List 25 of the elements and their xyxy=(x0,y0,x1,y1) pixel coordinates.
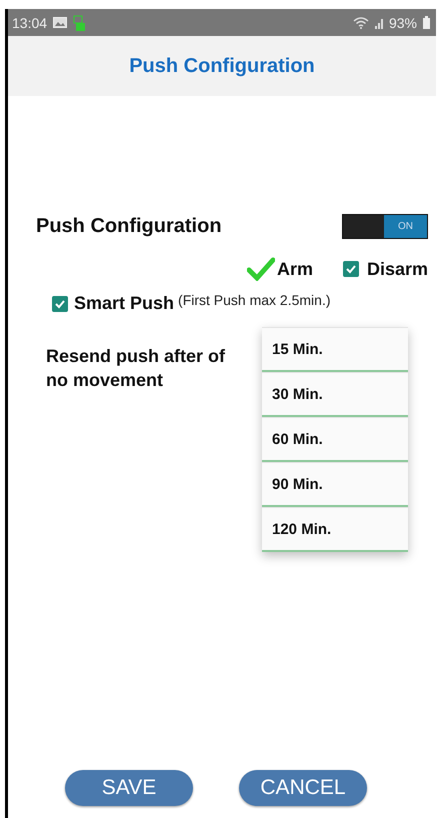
action-button[interactable]: SAVE xyxy=(65,770,193,806)
action-button[interactable]: CANCEL xyxy=(239,770,367,806)
menu-item[interactable]: 120 Min. xyxy=(262,507,408,552)
signal-icon xyxy=(374,16,385,28)
screen-title: Push Configuration xyxy=(129,54,315,78)
option-label: Disarm xyxy=(366,258,428,280)
option-note: (First Push max 2.5min.) xyxy=(178,292,331,308)
checkbox[interactable] xyxy=(52,296,68,312)
battery-level: 93% xyxy=(388,14,417,30)
menu-item[interactable]: 90 Min. xyxy=(262,462,408,507)
option-label: Arm xyxy=(276,258,313,280)
status-time: 13:04 xyxy=(12,14,48,30)
checkmark-icon[interactable] xyxy=(246,257,275,281)
section-label: Push Configuration xyxy=(36,215,222,238)
check-icon xyxy=(54,298,66,308)
battery-icon xyxy=(423,16,430,29)
wifi-icon xyxy=(352,16,369,28)
image-icon xyxy=(53,17,68,28)
menu-item[interactable]: 30 Min. xyxy=(262,372,408,417)
check-icon xyxy=(344,264,357,274)
menu-item[interactable]: 15 Min. xyxy=(262,327,408,372)
option-label: Smart Push xyxy=(74,293,174,314)
checkbox[interactable] xyxy=(342,261,359,277)
field-label: Resend push after of no movement xyxy=(46,345,226,392)
menu-item[interactable]: 60 Min. xyxy=(262,417,408,462)
